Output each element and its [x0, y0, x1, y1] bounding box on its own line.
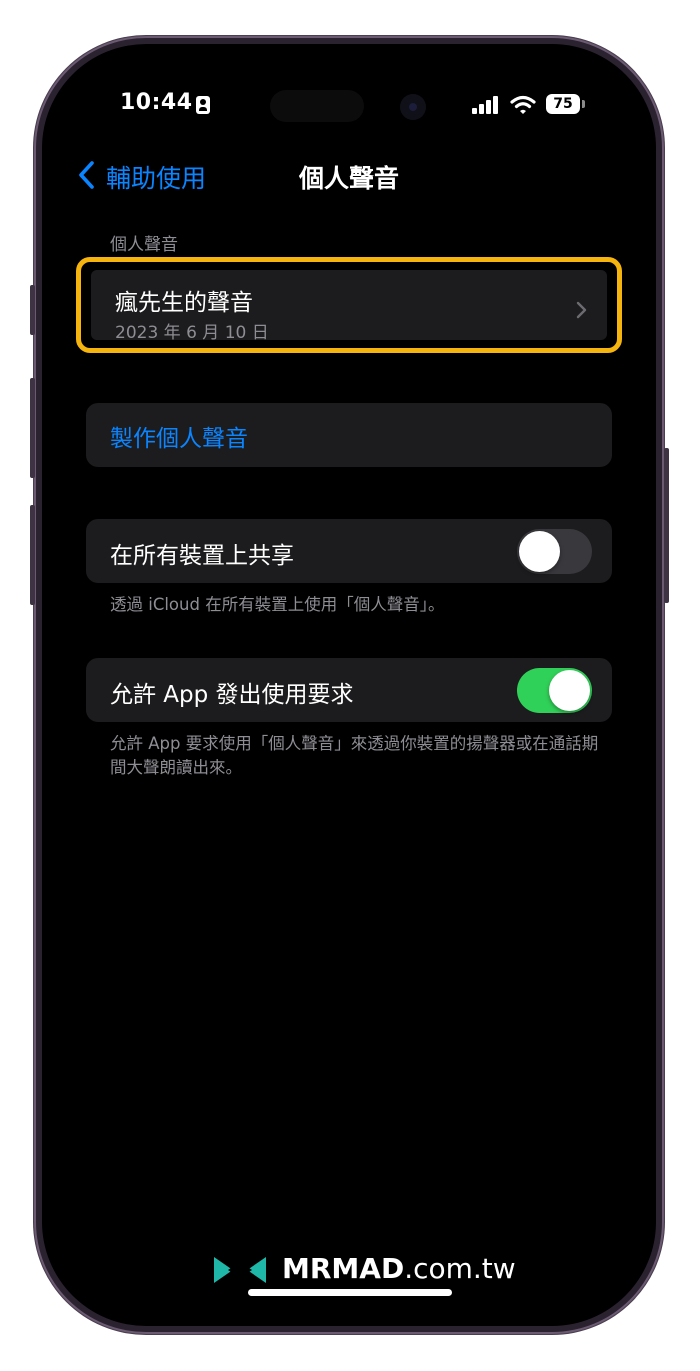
- share-across-devices-row: 在所有裝置上共享: [86, 519, 612, 583]
- id-card-icon: [196, 96, 210, 114]
- watermark-domain: .com.tw: [404, 1252, 516, 1285]
- allow-app-requests-label: 允許 App 發出使用要求: [110, 682, 354, 708]
- dynamic-island: [270, 90, 364, 122]
- section-header-personal-voice: 個人聲音: [110, 235, 178, 255]
- power-button: [664, 448, 669, 603]
- wifi-icon: [510, 95, 536, 114]
- volume-up-button: [30, 378, 35, 478]
- status-time: 10:44: [120, 90, 193, 115]
- share-footnote: 透過 iCloud 在所有裝置上使用「個人聲音」。: [110, 595, 445, 614]
- allow-app-requests-row: 允許 App 發出使用要求: [86, 658, 612, 722]
- watermark-text: MRMAD.com.tw: [282, 1252, 516, 1285]
- voice-date: 2023 年 6 月 10 日: [115, 323, 269, 343]
- share-across-devices-label: 在所有裝置上共享: [110, 543, 294, 569]
- volume-down-button: [30, 505, 35, 605]
- watermark-brand: MRMAD: [282, 1252, 405, 1285]
- toggle-knob: [519, 531, 560, 572]
- signal-icon: [472, 96, 500, 114]
- voice-list-item[interactable]: 瘋先生的聲音 2023 年 6 月 10 日: [91, 270, 607, 343]
- status-bar: 10:44 75: [42, 44, 656, 164]
- navigation-bar: 輔助使用 個人聲音: [42, 154, 656, 194]
- phone-screen: 10:44 75 輔助使用 個人聲音 個人聲音 瘋先生的聲音 2023 年 6 …: [42, 44, 656, 1326]
- watermark: MRMAD.com.tw: [210, 1249, 516, 1293]
- highlight-box: 瘋先生的聲音 2023 年 6 月 10 日: [76, 257, 622, 353]
- mrmad-logo-icon: [214, 1257, 266, 1283]
- battery-icon: 75: [546, 94, 580, 114]
- home-indicator[interactable]: [248, 1289, 452, 1296]
- allow-app-requests-toggle[interactable]: [517, 668, 592, 713]
- camera-icon: [400, 94, 426, 120]
- share-across-devices-toggle[interactable]: [517, 529, 592, 574]
- toggle-knob: [549, 670, 590, 711]
- voice-name: 瘋先生的聲音: [115, 290, 253, 316]
- chevron-right-icon: [576, 301, 587, 319]
- page-title: 個人聲音: [298, 164, 399, 193]
- app-requests-footnote: 允許 App 要求使用「個人聲音」來透過你裝置的揚聲器或在通話期間大聲朗讀出來。: [110, 734, 599, 777]
- create-voice-button[interactable]: 製作個人聲音: [86, 403, 612, 467]
- battery-tip: [582, 100, 585, 108]
- create-voice-label: 製作個人聲音: [110, 426, 248, 452]
- action-button: [30, 285, 35, 335]
